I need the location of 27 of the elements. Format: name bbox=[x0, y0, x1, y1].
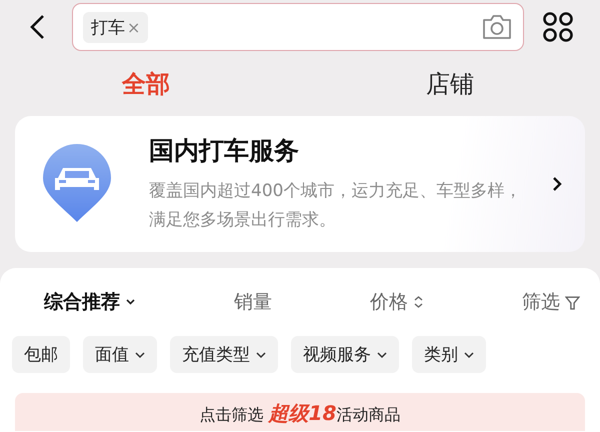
sort-icon bbox=[413, 295, 424, 309]
service-title: 国内打车服务 bbox=[149, 134, 300, 166]
promo-banner[interactable]: 点击筛选 超级18活动商品 bbox=[15, 393, 585, 431]
sort-option[interactable]: 筛选 bbox=[522, 289, 580, 315]
promo-text: 点击筛选 超级18活动商品 bbox=[200, 402, 400, 426]
caret-icon bbox=[464, 350, 474, 358]
tab[interactable]: 店铺 bbox=[426, 68, 474, 100]
service-card[interactable]: 国内打车服务 覆盖国内超过400个城市，运力充足、车型多样，满足您多场景出行需求。 bbox=[15, 116, 585, 252]
camera-icon[interactable] bbox=[481, 13, 513, 41]
sort-option[interactable]: 销量 bbox=[234, 289, 272, 315]
filter-chip[interactable]: 类别 bbox=[412, 336, 486, 373]
service-description: 覆盖国内超过400个城市，运力充足、车型多样，满足您多场景出行需求。 bbox=[149, 180, 522, 232]
filter-chip[interactable]: 面值 bbox=[83, 336, 157, 373]
tab[interactable]: 全部 bbox=[122, 68, 170, 100]
filter-chip[interactable]: 视频服务 bbox=[291, 336, 399, 373]
menu-icon[interactable] bbox=[542, 11, 574, 43]
sort-option[interactable]: 综合推荐 bbox=[44, 289, 136, 315]
caret-icon bbox=[256, 350, 266, 358]
filter-chip[interactable]: 包邮 bbox=[12, 336, 70, 373]
filter-icon bbox=[565, 294, 580, 310]
caret-icon bbox=[135, 350, 145, 358]
car-pin-icon bbox=[41, 144, 113, 224]
sort-option[interactable]: 价格 bbox=[370, 289, 424, 315]
caret-icon bbox=[377, 350, 387, 358]
search-field[interactable]: 打车× bbox=[72, 3, 524, 51]
search-tag[interactable]: 打车× bbox=[83, 12, 148, 42]
filter-chip[interactable]: 充值类型 bbox=[170, 336, 278, 373]
